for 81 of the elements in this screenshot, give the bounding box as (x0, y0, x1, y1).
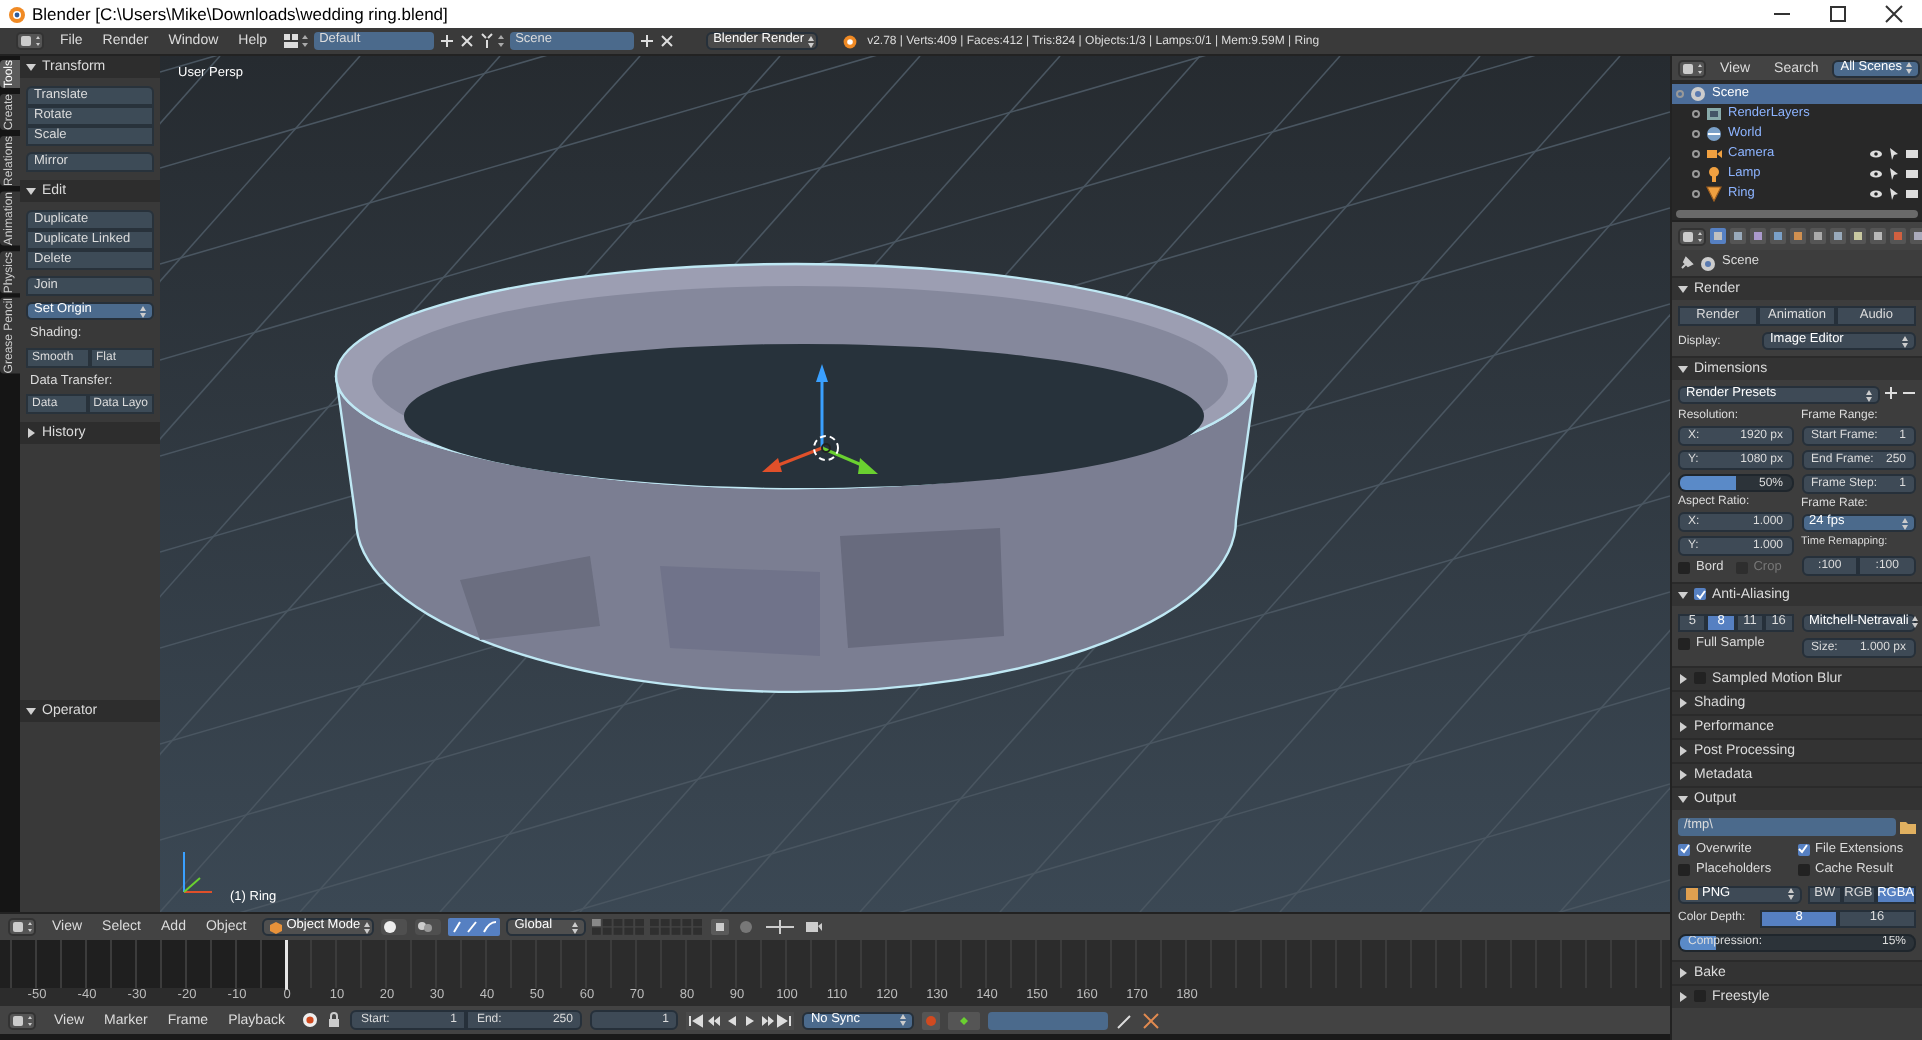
folder-icon[interactable] (1900, 818, 1916, 834)
ring-drawing[interactable] (334, 262, 1258, 693)
dropdown-arrows-icon (140, 305, 146, 317)
delete-key-icon[interactable] (1142, 1011, 1161, 1029)
window-title: Blender [C:\Users\Mike\Downloads\wedding ring.blend] (32, 5, 448, 23)
scene-icon (1700, 255, 1716, 271)
disclosure-triangle-icon[interactable] (1678, 589, 1688, 599)
checkbox[interactable] (1694, 588, 1706, 600)
disclosure-triangle-icon[interactable] (1678, 721, 1688, 731)
rewind-icon[interactable] (704, 1011, 723, 1029)
render-preview-icon[interactable] (710, 918, 731, 936)
editor-type-icon[interactable] (8, 1011, 36, 1029)
transform-gizmo[interactable] (762, 364, 878, 474)
add-icon[interactable] (439, 34, 454, 48)
disclosure-triangle-icon[interactable] (1678, 697, 1688, 707)
render-layers-icon (1706, 106, 1722, 122)
keying-set-field[interactable] (988, 1011, 1109, 1029)
eye-icon[interactable] (1870, 168, 1882, 180)
disclosure-triangle-icon[interactable] (1678, 673, 1688, 683)
eye-icon[interactable] (1870, 188, 1882, 200)
editor-type-icon[interactable] (1678, 59, 1706, 77)
record-icon[interactable] (302, 1012, 319, 1028)
checkbox[interactable] (1797, 843, 1809, 856)
add-icon[interactable] (1884, 386, 1898, 400)
dropdown-arrows-icon (364, 921, 371, 933)
remove-icon[interactable] (1902, 386, 1916, 400)
disclosure-triangle-icon[interactable] (26, 706, 36, 716)
disclosure-triangle-icon[interactable] (1678, 745, 1688, 755)
dropdown-arrows-icon (808, 35, 815, 47)
image-icon (1686, 888, 1698, 900)
editor-type-icon[interactable] (16, 32, 44, 50)
dropdown-arrows-icon (1902, 335, 1908, 347)
disclosure-triangle-icon[interactable] (1678, 793, 1688, 803)
dropdown-arrows-icon (1912, 616, 1919, 628)
layers-icon[interactable] (592, 918, 705, 936)
pivot-icon[interactable] (414, 918, 443, 936)
mesh-icon (1706, 186, 1722, 202)
app-logo-icon (841, 33, 858, 49)
scene-icon[interactable] (479, 32, 504, 50)
close-icon[interactable] (659, 34, 674, 48)
disclosure-triangle-icon[interactable] (1678, 284, 1688, 294)
insert-key-icon[interactable] (1116, 1011, 1135, 1029)
checkbox[interactable] (1797, 864, 1809, 877)
scene-icon (1690, 86, 1706, 102)
editor-type-icon[interactable] (8, 918, 36, 936)
lock-icon[interactable] (326, 1012, 343, 1028)
dropdown-arrows-icon (1902, 517, 1908, 529)
disclosure-triangle-icon[interactable] (26, 428, 36, 438)
disclosure-triangle-icon[interactable] (1678, 364, 1688, 374)
disclosure-triangle-icon[interactable] (1678, 967, 1688, 977)
pin-icon[interactable] (1680, 256, 1694, 270)
camera-icon (1706, 146, 1722, 162)
dropdown-arrows-icon (900, 1014, 907, 1026)
close-icon[interactable] (459, 34, 474, 48)
dropdown-arrows-icon (1905, 62, 1912, 74)
dropdown-arrows-icon (572, 921, 579, 933)
editor-type-icon[interactable] (1678, 227, 1706, 245)
property-tab-icon[interactable] (1910, 228, 1922, 244)
world-icon (1706, 126, 1722, 142)
dropdown-arrows-icon (1788, 888, 1794, 900)
checkbox[interactable] (1678, 864, 1690, 877)
lamp-icon (1706, 166, 1722, 182)
camera-icon[interactable] (804, 918, 825, 936)
checkbox[interactable] (1678, 843, 1690, 856)
3d-cursor-icon[interactable] (813, 435, 839, 461)
eye-icon[interactable] (1870, 148, 1882, 160)
checkbox[interactable] (1678, 562, 1690, 575)
disclosure-triangle-icon[interactable] (1678, 769, 1688, 779)
cube-icon (270, 921, 283, 933)
disclosure-triangle-icon[interactable] (26, 186, 36, 196)
keyframe-icon[interactable] (948, 1011, 981, 1029)
scrollbar[interactable] (1676, 210, 1918, 218)
grid-snap-icon[interactable] (762, 918, 799, 936)
dropdown-arrows-icon (1866, 389, 1872, 401)
disclosure-triangle-icon[interactable] (1678, 991, 1688, 1001)
layout-icon[interactable] (283, 32, 308, 50)
disclosure-triangle-icon[interactable] (26, 62, 36, 72)
axis-widget (183, 851, 213, 893)
add-icon[interactable] (639, 34, 654, 48)
checkbox[interactable] (1678, 637, 1690, 650)
manipulator-icon[interactable] (448, 918, 501, 936)
